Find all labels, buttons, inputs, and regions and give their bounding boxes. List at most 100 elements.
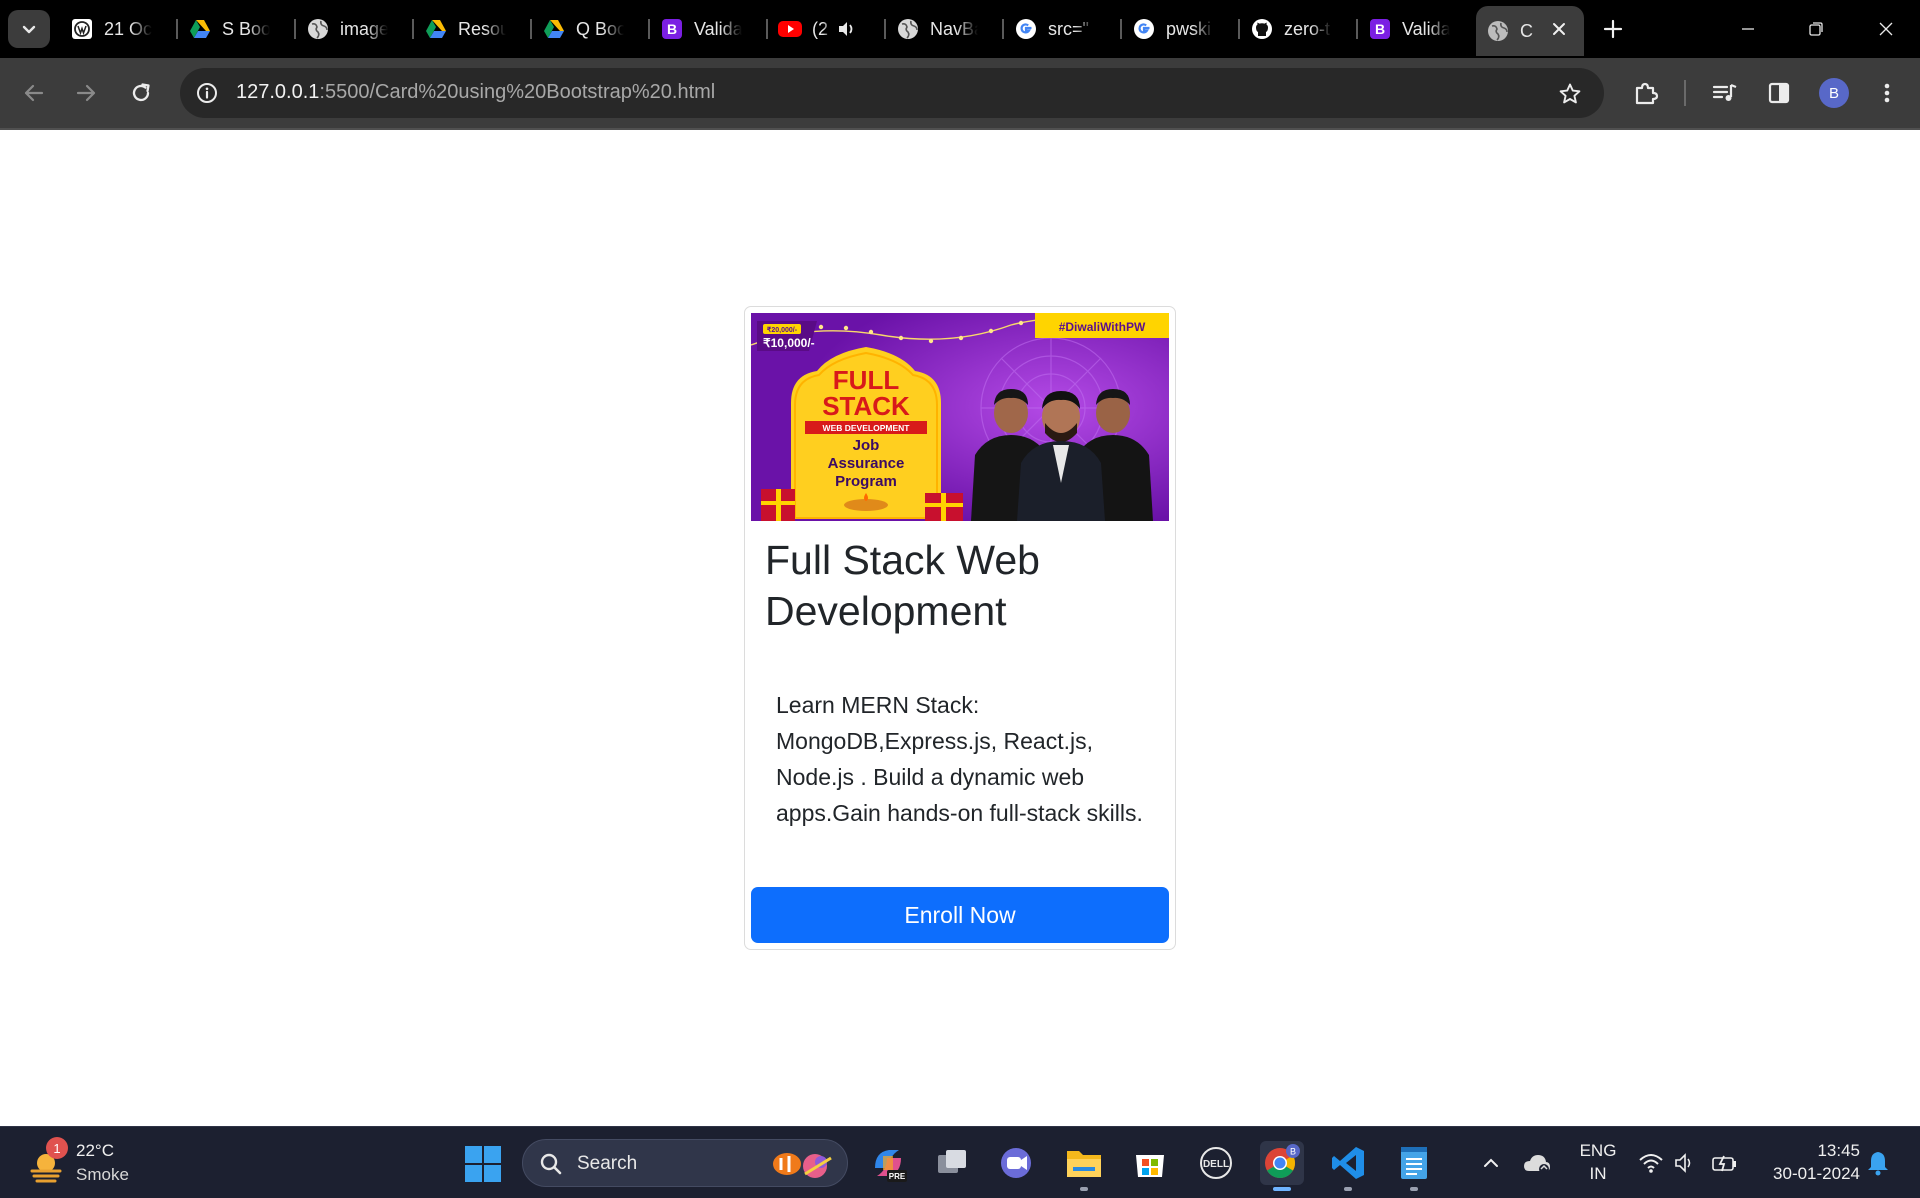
address-bar[interactable]: 127.0.0.1:5500/Card%20using%20Bootstrap%… [180, 68, 1604, 118]
url-text[interactable]: 127.0.0.1:5500/Card%20using%20Bootstrap%… [236, 81, 715, 104]
tab-active[interactable]: C [1476, 6, 1584, 56]
card-title: Full Stack Web Development [765, 537, 1040, 634]
svg-text:B: B [1290, 1147, 1296, 1157]
battery-tray[interactable] [1708, 1145, 1742, 1181]
enroll-now-button[interactable]: Enroll Now [751, 887, 1169, 943]
tab-title: Valida [1402, 18, 1450, 39]
bookmark-star-icon[interactable] [1556, 80, 1584, 108]
page-viewport: #DiwaliWithPW ₹20,000/- ₹10,000/- FULL S… [0, 130, 1920, 1126]
wifi-tray[interactable] [1634, 1145, 1668, 1181]
tab[interactable]: NavBa [886, 6, 1004, 52]
google-icon [1014, 17, 1038, 41]
vscode-icon [1332, 1147, 1364, 1179]
tab[interactable]: image [296, 6, 414, 52]
file-explorer-app[interactable] [1062, 1141, 1106, 1191]
volume-tray[interactable] [1668, 1145, 1702, 1181]
google-drive-icon [424, 17, 448, 41]
taskbar-search[interactable]: Search [522, 1139, 848, 1187]
close-icon [1879, 22, 1893, 36]
restore-icon [1809, 22, 1823, 36]
tab-search-button[interactable] [8, 10, 50, 48]
plus-icon [1603, 19, 1623, 39]
task-view-app[interactable] [930, 1141, 974, 1185]
show-hidden-icons-button[interactable] [1474, 1145, 1508, 1181]
weather-badge: 1 [46, 1137, 68, 1159]
tab[interactable]: S Boo [178, 6, 296, 52]
wordpress-icon [70, 17, 94, 41]
back-button[interactable] [14, 73, 54, 113]
media-control-icon[interactable] [1708, 76, 1742, 110]
microsoft-store-app[interactable] [1128, 1141, 1172, 1185]
tab-title: NavBa [930, 18, 978, 39]
arrow-right-icon [76, 84, 96, 102]
weather-description: Smoke [76, 1165, 129, 1184]
forward-button[interactable] [66, 73, 106, 113]
google-drive-icon [542, 17, 566, 41]
task-view-icon [938, 1150, 966, 1173]
globe-icon [896, 17, 920, 41]
svg-text:B: B [1375, 21, 1385, 37]
tab[interactable]: 21 Oc [60, 6, 178, 52]
course-banner-image: #DiwaliWithPW ₹20,000/- ₹10,000/- FULL S… [751, 313, 1169, 521]
system-clock[interactable]: 13:45 30-01-2024 [1752, 1139, 1860, 1185]
banner-line5: Program [835, 473, 897, 490]
notepad-icon [1401, 1147, 1427, 1179]
running-indicator [1344, 1187, 1352, 1191]
svg-text:B: B [667, 21, 677, 37]
clock-date: 30-01-2024 [1773, 1164, 1860, 1183]
banner-line4: Assurance [828, 455, 905, 472]
tab[interactable]: src=" [1004, 6, 1122, 52]
card-description: Learn MERN Stack: MongoDB,Express.js, Re… [776, 692, 1143, 826]
windows-start-icon[interactable] [464, 1145, 502, 1183]
banner-price: ₹10,000/- [763, 336, 815, 350]
arrow-left-icon [24, 84, 44, 102]
chrome-icon: B [1265, 1144, 1300, 1179]
tab[interactable]: zero-t [1240, 6, 1358, 52]
tab[interactable]: Resou [414, 6, 532, 52]
minimize-icon [1742, 28, 1754, 30]
minimize-button[interactable] [1714, 0, 1782, 58]
bootstrap-icon: B [660, 17, 684, 41]
running-indicator [1410, 1187, 1418, 1191]
copilot-app[interactable]: PRE [866, 1141, 910, 1185]
tab-title: C [1520, 20, 1533, 41]
reload-button[interactable] [121, 73, 161, 113]
input-language[interactable]: ENG IN [1578, 1139, 1618, 1185]
card-image: #DiwaliWithPW ₹20,000/- ₹10,000/- FULL S… [751, 313, 1169, 521]
profile-avatar[interactable]: B [1819, 78, 1849, 108]
notification-bell-icon[interactable] [1864, 1149, 1892, 1177]
onedrive-tray[interactable] [1520, 1145, 1554, 1181]
tab[interactable]: (2 [768, 6, 886, 52]
more-menu-icon[interactable] [1870, 76, 1904, 110]
close-window-button[interactable] [1852, 0, 1920, 58]
clock-time: 13:45 [1817, 1141, 1860, 1160]
running-indicator [1273, 1187, 1291, 1191]
dell-app[interactable]: DELL [1194, 1141, 1238, 1185]
weather-temperature: 22°C [76, 1141, 114, 1160]
tab[interactable]: Q Boo [532, 6, 650, 52]
new-tab-button[interactable] [1598, 14, 1628, 44]
copilot-badge: PRE [889, 1172, 906, 1181]
chrome-app[interactable]: B [1260, 1141, 1304, 1191]
language-code: ENG [1579, 1141, 1617, 1160]
tab[interactable]: pwski [1122, 6, 1240, 52]
site-info-icon[interactable] [192, 78, 222, 108]
banner-line2: STACK [822, 391, 910, 421]
globe-icon [1486, 19, 1510, 43]
notepad-app[interactable] [1392, 1141, 1436, 1191]
reload-icon [132, 83, 150, 102]
vscode-app[interactable] [1326, 1141, 1370, 1191]
volume-icon [1675, 1153, 1691, 1173]
tab[interactable]: B Valida [1358, 6, 1476, 52]
teams-app[interactable] [994, 1141, 1038, 1185]
url-host: 127.0.0.1 [236, 81, 320, 103]
close-tab-icon[interactable] [1548, 18, 1570, 40]
tab[interactable]: B Valida [650, 6, 768, 52]
side-panel-icon[interactable] [1762, 76, 1796, 110]
extensions-icon[interactable] [1629, 76, 1663, 110]
chevron-down-icon [22, 25, 36, 34]
speaker-icon[interactable] [836, 19, 856, 39]
restore-button[interactable] [1782, 0, 1850, 58]
banner-hashtag: #DiwaliWithPW [1059, 320, 1146, 334]
region-code: IN [1589, 1164, 1607, 1183]
